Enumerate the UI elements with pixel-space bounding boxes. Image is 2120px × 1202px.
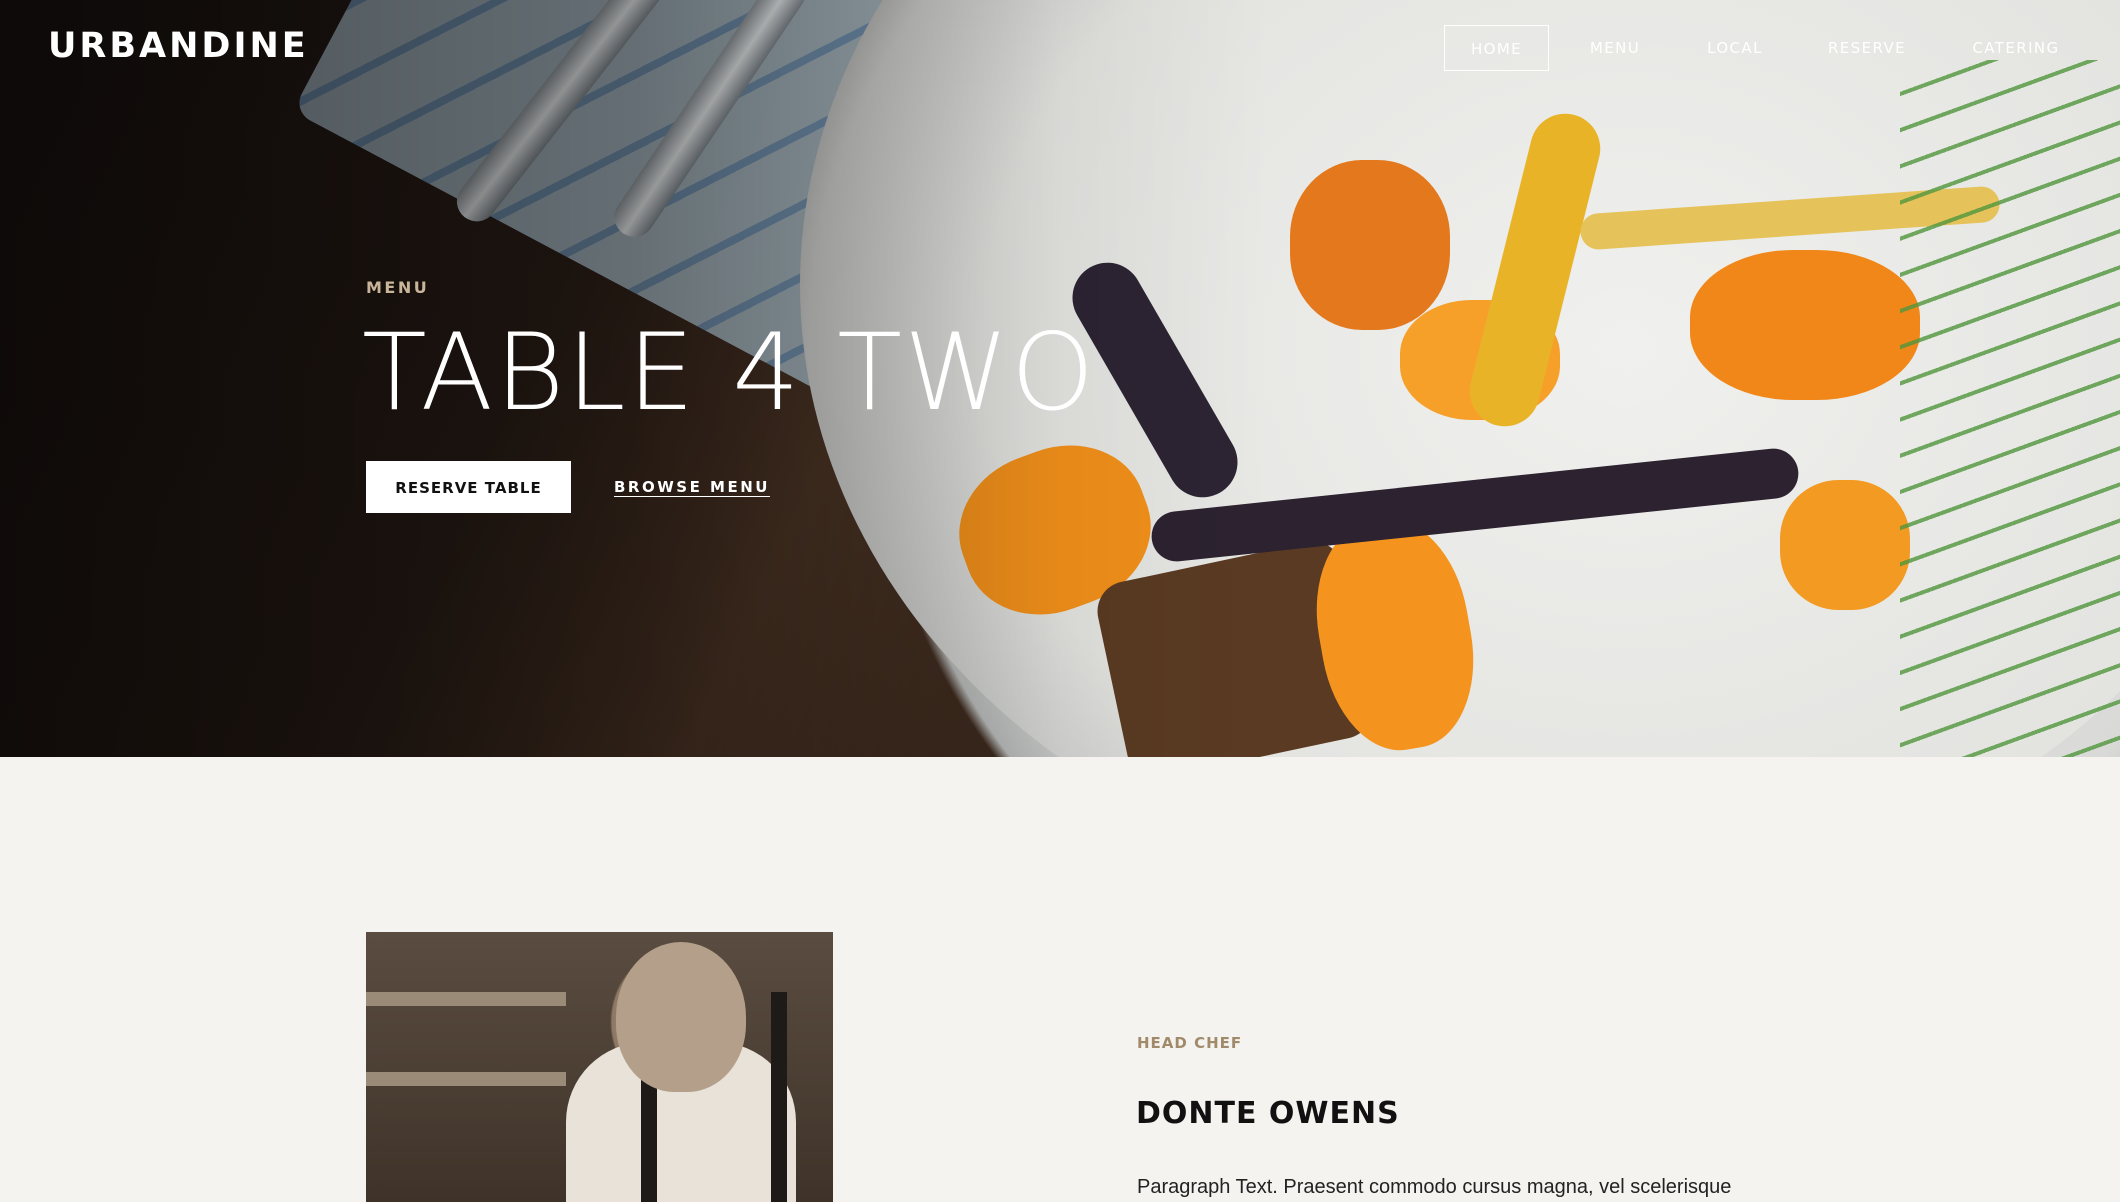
chef-head xyxy=(616,942,746,1092)
kitchen-shelf xyxy=(366,992,566,1006)
chef-kicker: HEAD CHEF xyxy=(1137,1034,1243,1052)
kitchen-shelf xyxy=(366,1072,566,1086)
reserve-table-button[interactable]: RESERVE TABLE xyxy=(366,461,571,513)
site-logo[interactable]: URBANDINE xyxy=(48,26,309,66)
nav-menu[interactable]: MENU xyxy=(1575,25,1655,71)
browse-menu-link[interactable]: BROWSE MENU xyxy=(614,478,770,496)
nav-home[interactable]: HOME xyxy=(1444,25,1549,71)
hero-kicker: MENU xyxy=(366,278,430,297)
nav-reserve[interactable]: RESERVE xyxy=(1814,25,1920,71)
nav-local[interactable]: LOCAL xyxy=(1695,25,1775,71)
chef-photo xyxy=(366,932,833,1202)
apron-strap xyxy=(771,992,787,1202)
chef-paragraph: Paragraph Text. Praesent commodo cursus … xyxy=(1137,1176,1732,1198)
chef-name: DONTE OWENS xyxy=(1136,1096,1400,1131)
nav-catering[interactable]: CATERING xyxy=(1952,25,2080,71)
hero-title: TABLE 4 TWO xyxy=(362,311,1097,434)
